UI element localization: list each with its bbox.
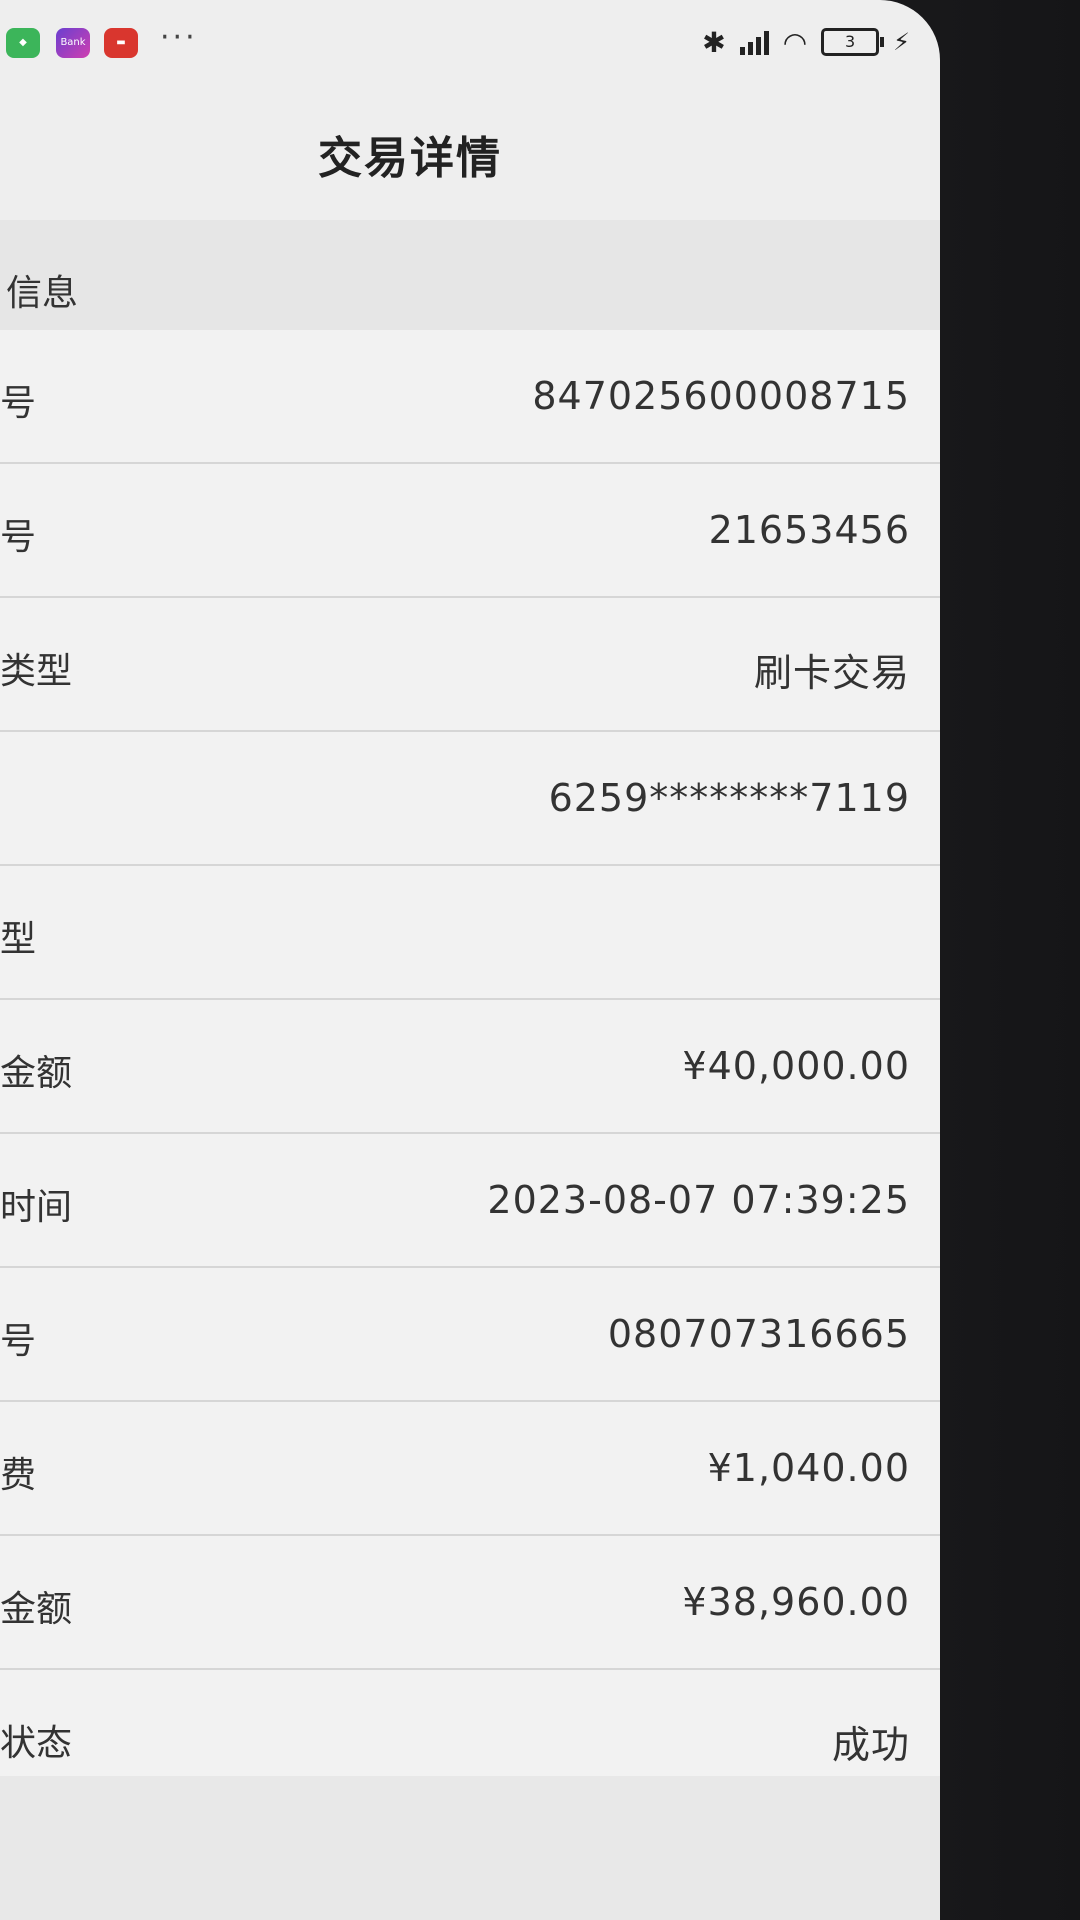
status-bar: ◆ Bank ▬ ··· ✱ ◠ 3 ⚡ [0,0,940,80]
row-label: 状态 [0,1723,73,1764]
detail-row: 号 847025600008715 [0,330,940,464]
red-app-icon: ▬ [104,28,138,58]
footer-area [0,1776,940,1920]
row-value: 21653456 [708,508,910,552]
detail-list: 号 847025600008715 号 21653456 类型 刷卡交易 625… [0,330,940,1804]
row-value: 刷卡交易 [753,651,910,695]
row-value: ¥1,040.00 [707,1446,910,1490]
more-notifications-icon: ··· [160,20,198,55]
detail-row: 金额 ¥38,960.00 [0,1536,940,1670]
row-label: 金额 [0,1053,73,1094]
detail-row: 6259********7119 [0,732,940,866]
row-label: 时间 [0,1187,73,1228]
row-value: 2023-08-07 07:39:25 [487,1178,910,1222]
row-value: 6259********7119 [548,776,910,820]
row-value: 080707316665 [607,1312,910,1356]
page-title: 交易详情 [318,133,502,184]
bank-app-icon: Bank [56,28,90,58]
bluetooth-icon: ✱ [702,25,726,59]
row-label: 号 [0,517,37,558]
row-value: 847025600008715 [532,374,910,418]
row-label: 号 [0,1321,37,1362]
battery-icon: 3 [821,28,885,56]
detail-row: 型 [0,866,940,1000]
row-value: ¥40,000.00 [682,1044,910,1088]
section-header: 信息 [0,220,940,330]
screen: ◆ Bank ▬ ··· ✱ ◠ 3 ⚡ 交易详情 信息 号 847025600… [0,0,940,1920]
detail-row: 类型 刷卡交易 [0,598,940,732]
row-value: 成功 [831,1723,910,1767]
wifi-icon: ◠ [782,25,808,59]
section-title: 信息 [6,273,79,314]
nav-bar: 交易详情 [0,80,940,220]
row-label: 金额 [0,1589,73,1630]
row-label: 型 [0,919,37,960]
row-label: 类型 [0,651,73,692]
row-label: 费 [0,1455,37,1496]
row-label: 号 [0,383,37,424]
detail-row: 费 ¥1,040.00 [0,1402,940,1536]
detail-row: 时间 2023-08-07 07:39:25 [0,1134,940,1268]
charging-icon: ⚡ [893,28,910,56]
row-value: ¥38,960.00 [682,1580,910,1624]
signal-icon [739,29,769,55]
detail-row: 金额 ¥40,000.00 [0,1000,940,1134]
shield-app-icon: ◆ [6,28,40,58]
detail-row: 号 21653456 [0,464,940,598]
detail-row: 号 080707316665 [0,1268,940,1402]
